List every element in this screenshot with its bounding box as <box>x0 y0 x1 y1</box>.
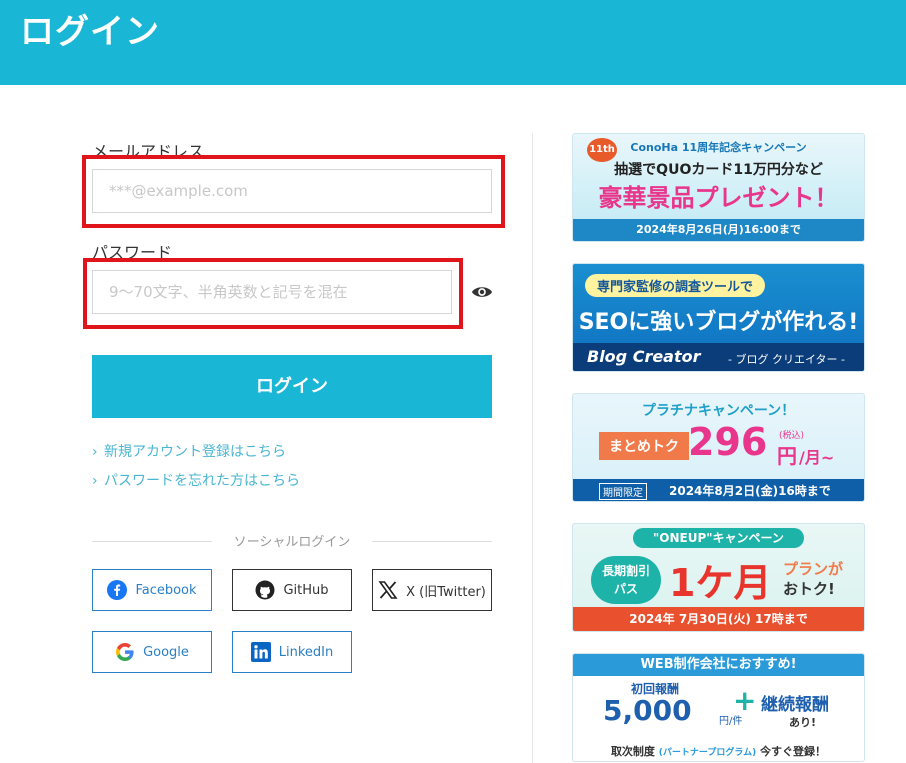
banner-3-date: 2024年8月2日(金)16時まで <box>669 484 831 498</box>
banner-platinum-campaign[interactable]: プラチナキャンペーン！ まとめトク 296 (税込) 円 /月~ 期間限定 20… <box>572 393 865 502</box>
facebook-icon <box>107 580 128 600</box>
banner-5-foot-sub: (パートナープログラム) <box>658 748 757 758</box>
divider-line <box>372 541 492 542</box>
banner-3-price: 296 <box>688 420 768 464</box>
banner-5-amount: 5,000 <box>603 694 692 727</box>
banner-1-top-text: ConoHa 11周年記念キャンペーン <box>630 141 807 154</box>
banner-3-limit: 期間限定 <box>599 483 647 500</box>
banner-3-footer: 期間限定 2024年8月2日(金)16時まで <box>573 479 864 501</box>
banner-3-tag: まとめトク <box>599 432 689 460</box>
divider-line <box>92 541 212 542</box>
banner-3-yen: 円 <box>777 444 797 468</box>
chevron-right-icon: › <box>92 444 98 460</box>
banner-4-pass-badge: 長期割引 パス <box>591 556 661 604</box>
signup-link-label: 新規アカウント登録はこちら <box>104 444 286 460</box>
banner-4-tag1: 長期割引 <box>601 564 650 578</box>
blog-creator-logo: Blog Creator <box>587 347 701 366</box>
banner-4-date: 2024年 7月30日(火) 17時まで <box>573 607 864 631</box>
google-login-button[interactable]: Google <box>92 631 212 673</box>
banner-partner-program[interactable]: WEB制作会社におすすめ! 初回報酬 5,000 円/件 + 継続報酬 あり! … <box>572 653 865 762</box>
banner-1-mid-text: 抽選でQUOカード11万円分など <box>614 162 823 178</box>
banner-4-title: "ONEUP"キャンペーン <box>633 528 804 548</box>
banner-oneup-campaign[interactable]: "ONEUP"キャンペーン 長期割引 パス 1ケ月 プランが おトク! 2024… <box>572 523 865 632</box>
page-title: ログイン <box>20 12 160 52</box>
banner-1-main-text: 豪華景品プレゼント！ <box>598 184 839 212</box>
password-field[interactable]: 9～70文字、半角英数と記号を混在 <box>92 270 452 314</box>
x-login-button[interactable]: X (旧Twitter) <box>372 569 492 611</box>
login-button[interactable]: ログイン <box>92 355 492 418</box>
linkedin-login-button[interactable]: LinkedIn <box>232 631 352 673</box>
signup-link[interactable]: › 新規アカウント登録はこちら <box>92 441 286 461</box>
banner-5-foot-end: 今すぐ登録！ <box>760 745 827 758</box>
banner-anniversary-campaign[interactable]: 11th ConoHa 11周年記念キャンペーン 抽選でQUOカード11万円分な… <box>572 133 865 242</box>
x-label: X (旧Twitter) <box>406 584 486 600</box>
banner-2-main-text: SEOに強いブログが作れる! <box>578 310 859 335</box>
chevron-right-icon: › <box>92 473 98 489</box>
banner-5-title: WEB制作会社におすすめ! <box>573 654 864 676</box>
social-login-title: ソーシャルログイン <box>233 535 351 550</box>
email-field[interactable]: ***@example.com <box>92 169 492 213</box>
github-login-button[interactable]: GitHub <box>232 569 352 611</box>
banner-5-plus: + <box>733 684 757 717</box>
x-logo-icon <box>378 581 398 599</box>
page-header: ログイン <box>0 0 906 85</box>
column-divider <box>532 133 533 763</box>
github-icon <box>255 580 275 600</box>
banner-blog-creator[interactable]: 専門家監修の調査ツールで SEOに強いブログが作れる! Blog Creator… <box>572 263 865 372</box>
banner-5-ari: あり! <box>789 716 817 729</box>
social-login-heading: ソーシャルログイン <box>92 531 492 551</box>
banner-5-footer: 取次制度 (パートナープログラム) 今すぐ登録！ <box>573 743 864 759</box>
banner-5-cont: 継続報酬 <box>761 695 829 715</box>
banner-2-footer: Blog Creator - ブログ クリエイター - <box>573 343 864 371</box>
forgot-link-label: パスワードを忘れた方はこちら <box>104 473 300 489</box>
eye-icon[interactable] <box>471 283 493 301</box>
banner-4-tag2: パス <box>613 582 638 596</box>
banner-3-title: プラチナキャンペーン！ <box>641 403 796 419</box>
banner-3-per: /月~ <box>799 448 835 467</box>
banner-4-plan: プランが <box>783 560 844 578</box>
github-label: GitHub <box>283 582 329 598</box>
banner-1-date: 2024年8月26日(月)16:00まで <box>573 219 864 241</box>
linkedin-icon <box>250 642 271 662</box>
banner-4-main: 1ケ月 <box>669 561 772 605</box>
blog-creator-subtitle: - ブログ クリエイター - <box>728 353 845 366</box>
google-icon <box>116 643 134 661</box>
google-label: Google <box>143 644 189 660</box>
forgot-password-link[interactable]: › パスワードを忘れた方はこちら <box>92 470 300 490</box>
banner-2-top-text: 専門家監修の調査ツールで <box>585 274 766 297</box>
facebook-login-button[interactable]: Facebook <box>92 569 212 611</box>
banner-5-foot: 取次制度 <box>610 745 655 758</box>
linkedin-label: LinkedIn <box>278 644 334 660</box>
banner-4-otoku: おトク! <box>783 580 835 598</box>
facebook-label: Facebook <box>135 582 197 598</box>
